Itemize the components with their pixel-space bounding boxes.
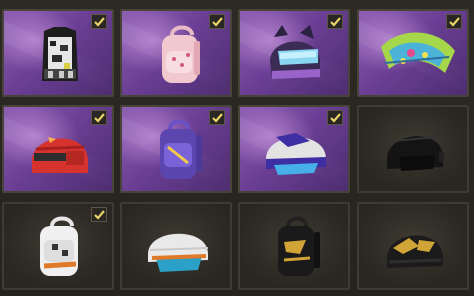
checkmark-icon (94, 113, 105, 123)
check-box[interactable] (327, 14, 343, 29)
item-slot-purple-backpack[interactable] (120, 105, 232, 193)
item-slot-black-gold-backpack[interactable] (238, 202, 350, 290)
inventory-grid (0, 0, 474, 296)
black-helmet-icon (387, 136, 445, 171)
item-slot-pink-backpack[interactable] (120, 9, 232, 97)
check-box[interactable] (209, 110, 225, 125)
check-box[interactable] (91, 14, 107, 29)
check-box[interactable] (209, 14, 225, 29)
checkmark-icon (94, 17, 105, 27)
black-gold-backpack-icon (278, 216, 320, 276)
item-slot-white-backpack[interactable] (2, 202, 114, 290)
item-slot-cat-ear-helmet[interactable] (238, 9, 350, 97)
black-gold-helmet-icon (387, 235, 443, 268)
check-box[interactable] (91, 207, 107, 222)
item-slot-black-helmet[interactable] (357, 105, 469, 193)
check-box[interactable] (327, 110, 343, 125)
checkmark-icon (330, 113, 341, 123)
check-box[interactable] (91, 110, 107, 125)
checkmark-icon (330, 17, 341, 27)
item-slot-parachute[interactable] (357, 9, 469, 97)
checkmark-icon (449, 17, 460, 27)
item-slot-red-helmet[interactable] (2, 105, 114, 193)
checkmark-icon (94, 210, 105, 220)
white-helmet-icon (148, 233, 209, 272)
item-slot-blue-helmet[interactable] (238, 105, 350, 193)
checkmark-icon (212, 113, 223, 123)
item-slot-camo-vest[interactable] (2, 9, 114, 97)
check-box[interactable] (446, 14, 462, 29)
item-slot-black-gold-helmet[interactable] (357, 202, 469, 290)
item-slot-white-helmet[interactable] (120, 202, 232, 290)
checkmark-icon (212, 17, 223, 27)
